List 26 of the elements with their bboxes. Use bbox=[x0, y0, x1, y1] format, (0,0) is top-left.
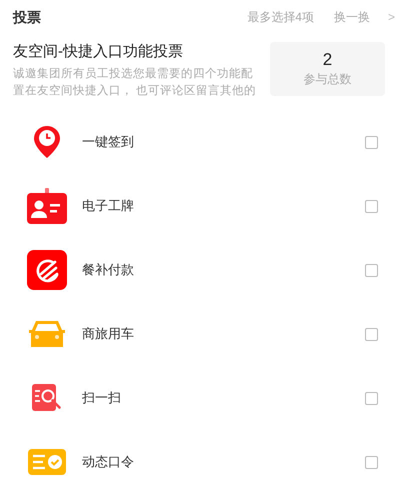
option-label: 一键签到 bbox=[82, 133, 134, 152]
option-checkbox[interactable] bbox=[365, 456, 378, 468]
chevron-icon[interactable]: > bbox=[388, 8, 395, 26]
meal-app-icon bbox=[27, 250, 67, 290]
poll-description: 诚邀集团所有员工投选您最需要的四个功能配置在友空间快捷入口， 也可评论区留言其他的 bbox=[13, 66, 258, 99]
option-checkbox[interactable] bbox=[365, 392, 378, 404]
option-checkbox[interactable] bbox=[365, 264, 378, 276]
option-label: 扫一扫 bbox=[82, 389, 121, 408]
section-title: 投票 bbox=[13, 8, 41, 26]
clock-pin-icon bbox=[33, 125, 61, 159]
check-card-icon bbox=[27, 448, 67, 476]
car-icon bbox=[28, 319, 66, 349]
option-checkbox[interactable] bbox=[365, 136, 378, 148]
selection-limit: 最多选择4项 bbox=[247, 9, 314, 26]
option-label: 动态口令 bbox=[82, 453, 134, 472]
option-label: 商旅用车 bbox=[82, 325, 134, 344]
participant-count: 2 bbox=[322, 50, 332, 70]
scan-search-icon bbox=[31, 383, 63, 413]
option-checkbox[interactable] bbox=[365, 328, 378, 340]
poll-title: 友空间-快捷入口功能投票 bbox=[13, 42, 184, 62]
refresh-link[interactable]: 换一换 bbox=[334, 8, 370, 26]
participant-label: 参与总数 bbox=[304, 71, 352, 88]
option-checkbox[interactable] bbox=[365, 200, 378, 212]
option-label: 餐补付款 bbox=[82, 261, 134, 280]
id-badge-icon bbox=[26, 188, 68, 224]
option-label: 电子工牌 bbox=[82, 197, 134, 216]
